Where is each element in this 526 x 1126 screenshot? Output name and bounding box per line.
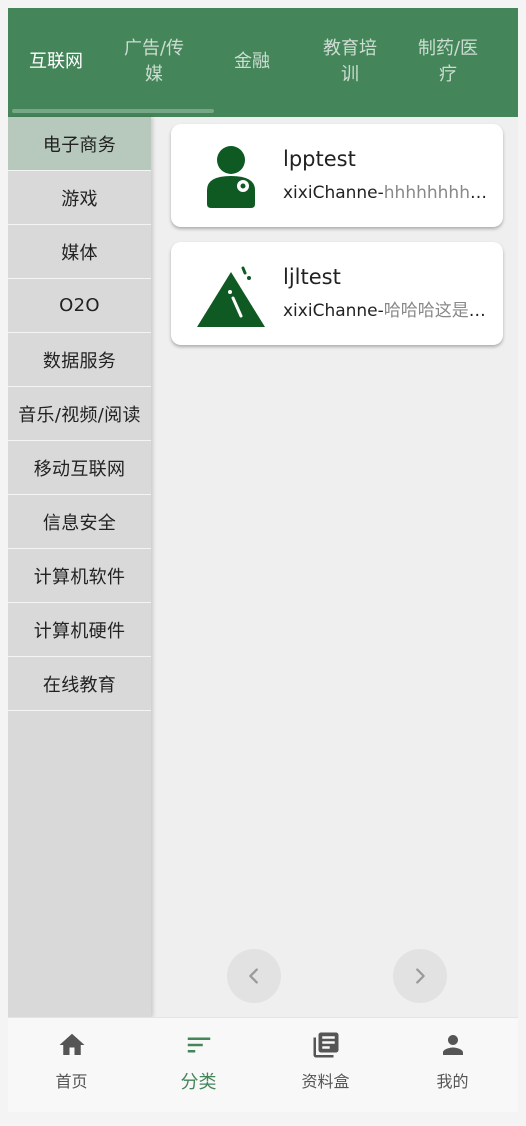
app-frame: 互联网 广告/传媒 金融 教育培训 制药/医疗 物流 电子商务 游戏 媒体 O2… [8, 8, 518, 1112]
card-subtitle: xixiChanne-哈哈哈这是一个测试 [283, 301, 487, 321]
user-icon [207, 146, 255, 208]
tab-scroll-indicator [12, 109, 214, 113]
sidebar-item-online-education[interactable]: 在线教育 [8, 657, 151, 711]
sidebar-item-o2o[interactable]: O2O [8, 279, 151, 333]
category-tab-bar: 互联网 广告/传媒 金融 教育培训 制药/医疗 物流 [8, 8, 518, 117]
person-icon [442, 1035, 463, 1055]
tab-advertising-media[interactable]: 广告/传媒 [108, 34, 200, 90]
sidebar-item-software[interactable]: 计算机软件 [8, 549, 151, 603]
nav-library[interactable]: 资料盒 [262, 1018, 389, 1112]
tab-finance[interactable]: 金融 [206, 34, 298, 90]
chevron-left-icon [249, 968, 258, 984]
nav-category[interactable]: 分类 [135, 1018, 262, 1112]
sidebar-item-info-security[interactable]: 信息安全 [8, 495, 151, 549]
sidebar-item-ecommerce[interactable]: 电子商务 [8, 117, 151, 171]
nav-home[interactable]: 首页 [8, 1018, 135, 1112]
subcategory-sidebar: 电子商务 游戏 媒体 O2O 数据服务 音乐/视频/阅读 移动互联网 信息安全 … [8, 117, 151, 1017]
card-title: ljltest [283, 265, 341, 289]
sidebar-item-mobile-internet[interactable]: 移动互联网 [8, 441, 151, 495]
list-item[interactable]: ljltest xixiChanne-哈哈哈这是一个测试 [171, 242, 503, 345]
sidebar-item-games[interactable]: 游戏 [8, 171, 151, 225]
tab-education-training[interactable]: 教育培训 [304, 34, 396, 90]
previous-page-button[interactable] [227, 949, 281, 1003]
sort-icon [187, 1037, 210, 1053]
chevron-right-icon [416, 968, 425, 984]
bottom-navigation: 首页 分类 资料盒 我的 [8, 1017, 518, 1112]
next-page-button[interactable] [393, 949, 447, 1003]
card-title: lpptest [283, 147, 356, 171]
card-subtitle: xixiChanne-hhhhhhhhhhhhhhhhh [283, 183, 487, 203]
sidebar-item-music-video-reading[interactable]: 音乐/视频/阅读 [8, 387, 151, 441]
card-list: lpptest xixiChanne-hhhhhhhhhhhhhhhhh ljl… [151, 117, 518, 1017]
nav-profile[interactable]: 我的 [389, 1018, 516, 1112]
tab-logistics[interactable]: 物流 [500, 34, 518, 90]
tab-pharma-medical[interactable]: 制药/医疗 [402, 34, 494, 90]
list-item[interactable]: lpptest xixiChanne-hhhhhhhhhhhhhhhhh [171, 124, 503, 227]
home-icon [59, 1033, 84, 1055]
tab-internet[interactable]: 互联网 [10, 34, 102, 90]
library-books-icon [313, 1032, 338, 1058]
sidebar-item-data-services[interactable]: 数据服务 [8, 333, 151, 387]
warning-triangle-icon [197, 266, 265, 327]
sidebar-item-media[interactable]: 媒体 [8, 225, 151, 279]
sidebar-item-hardware[interactable]: 计算机硬件 [8, 603, 151, 657]
